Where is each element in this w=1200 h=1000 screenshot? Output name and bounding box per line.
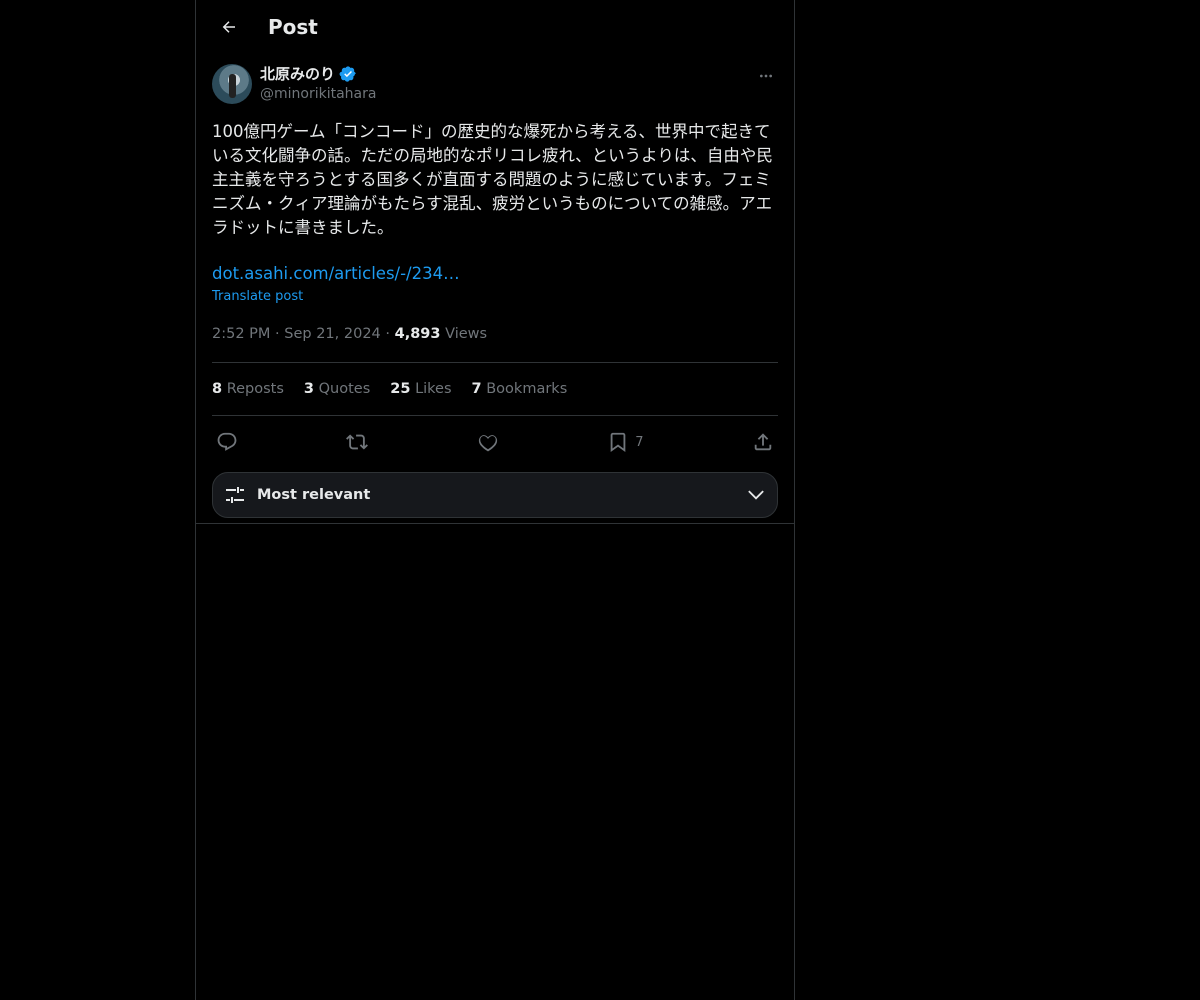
- views-count: 4,893: [394, 326, 441, 342]
- post-time[interactable]: 2:52 PM: [212, 326, 270, 342]
- post: 北原みのり @minorikitahara 100億円ゲーム「コンコード」の歴史…: [196, 54, 794, 518]
- bookmark-button[interactable]: 7: [607, 431, 644, 453]
- meta-separator: ·: [385, 326, 390, 342]
- section-divider: [196, 523, 794, 524]
- quotes-stat[interactable]: 3 Quotes: [304, 381, 370, 397]
- share-button[interactable]: [752, 431, 774, 453]
- bookmark-icon: [610, 432, 626, 453]
- post-stats: 8 Reposts 3 Quotes 25 Likes 7 Bookmarks: [212, 363, 778, 416]
- sort-label: Most relevant: [257, 487, 371, 503]
- author-row: 北原みのり @minorikitahara: [212, 64, 778, 104]
- verified-badge-icon: [339, 65, 357, 83]
- sliders-icon: [226, 487, 244, 503]
- likes-stat[interactable]: 25 Likes: [390, 381, 451, 397]
- like-icon: [478, 435, 497, 452]
- author-info: 北原みのり @minorikitahara: [260, 64, 376, 104]
- post-text: 100億円ゲーム「コンコード」の歴史的な爆死から考える、世界中で起きている文化闘…: [212, 122, 773, 237]
- more-icon: [760, 74, 772, 78]
- author-name[interactable]: 北原みのり: [260, 64, 335, 84]
- repost-icon: [346, 434, 369, 450]
- bookmarks-stat[interactable]: 7 Bookmarks: [472, 381, 568, 397]
- repost-button[interactable]: [346, 431, 369, 453]
- avatar[interactable]: [212, 64, 252, 104]
- action-bar: 7: [212, 416, 778, 468]
- views-label: Views: [445, 326, 488, 342]
- more-options-button[interactable]: [754, 64, 778, 88]
- page-header: Post: [196, 0, 794, 54]
- post-column: Post 北原みのり @minorikitahara 100億円ゲーム「コンコー…: [195, 0, 795, 1000]
- meta-separator: ·: [275, 326, 280, 342]
- like-button[interactable]: [477, 431, 499, 453]
- reply-sort-dropdown[interactable]: Most relevant: [212, 472, 778, 518]
- arrow-left-icon: [222, 21, 235, 33]
- chevron-down-icon: [748, 490, 764, 500]
- reposts-stat[interactable]: 8 Reposts: [212, 381, 284, 397]
- post-date[interactable]: Sep 21, 2024: [284, 326, 381, 342]
- reply-icon: [217, 432, 237, 451]
- bookmark-count: 7: [635, 434, 644, 450]
- back-button[interactable]: [212, 10, 246, 44]
- post-link[interactable]: dot.asahi.com/articles/-/234…: [212, 262, 778, 286]
- author-handle[interactable]: @minorikitahara: [260, 84, 376, 104]
- reply-button[interactable]: [216, 431, 238, 453]
- page-title: Post: [268, 15, 318, 39]
- translate-post-button[interactable]: Translate post: [212, 288, 778, 306]
- share-icon: [754, 433, 772, 451]
- post-meta: 2:52 PM · Sep 21, 2024 · 4,893 Views: [212, 324, 778, 363]
